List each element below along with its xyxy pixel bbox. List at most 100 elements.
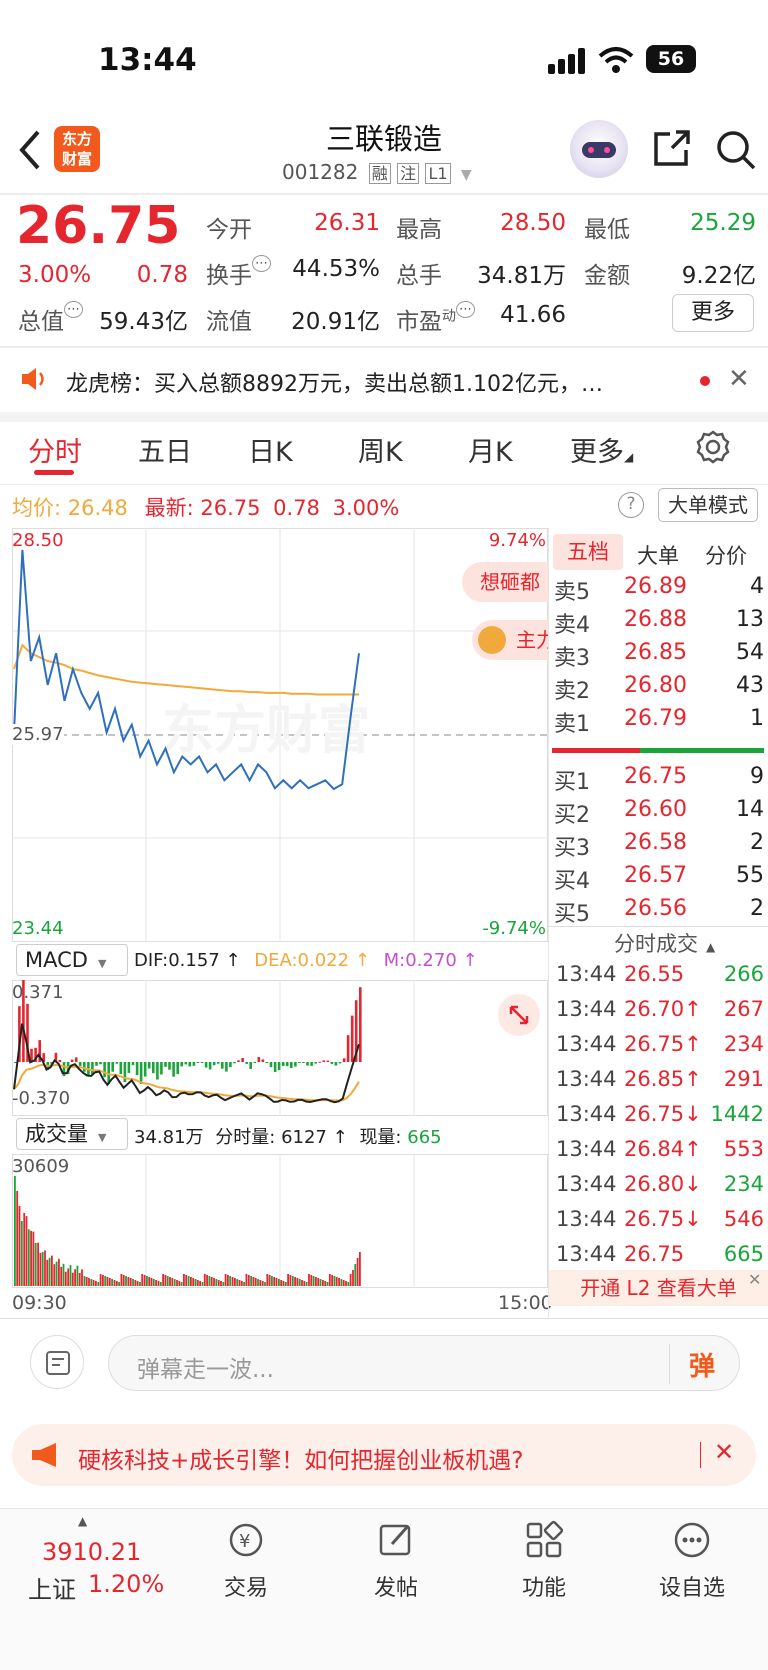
- chevron-down-icon: ▼: [97, 957, 107, 970]
- volume-bar: [273, 1277, 276, 1286]
- volume-bar: [266, 1274, 269, 1286]
- app-logo[interactable]: 东方 财富: [54, 126, 100, 172]
- trade-volume: 1442: [710, 1102, 764, 1126]
- trade-time: 13:44: [556, 1242, 617, 1266]
- nav-trade[interactable]: ¥ 交易: [176, 1520, 316, 1602]
- volume-bar: [81, 1269, 83, 1286]
- big-order-mode-button[interactable]: 大单模式: [658, 488, 758, 522]
- ask-row[interactable]: 卖2 26.80 43: [554, 673, 764, 705]
- macd-bar: [115, 1062, 119, 1064]
- bid-label: 买3: [554, 836, 590, 861]
- volume-bar: [141, 1274, 144, 1286]
- nav-add-watchlist[interactable]: 设自选: [622, 1520, 762, 1602]
- tab-monthly-k[interactable]: 月K: [468, 430, 513, 469]
- volume-bar: [159, 1282, 162, 1286]
- nav-functions[interactable]: 功能: [474, 1520, 614, 1602]
- tab-active-indicator: [34, 470, 74, 475]
- stock-code-row[interactable]: 001282 融 注 L1 ▼: [282, 160, 472, 184]
- open-label: 今开: [206, 217, 252, 243]
- danmaku-send-button[interactable]: 弹: [689, 1346, 715, 1383]
- volume-bar: [150, 1278, 153, 1286]
- more-button[interactable]: 更多: [672, 294, 754, 332]
- volume-bar: [289, 1275, 292, 1286]
- robot-assistant-icon[interactable]: [570, 120, 628, 178]
- macd-bar: [212, 1062, 216, 1066]
- close-icon[interactable]: ✕: [748, 1270, 761, 1289]
- trades-title[interactable]: 分时成交 ▲: [614, 928, 715, 958]
- time-end-label: 15:00: [498, 1292, 553, 1314]
- search-icon[interactable]: [714, 128, 758, 176]
- tab-big-orders[interactable]: 大单: [637, 540, 679, 570]
- tab-daily-k[interactable]: 日K: [248, 430, 293, 469]
- caret-icon: ◢: [624, 450, 634, 464]
- bid-row[interactable]: 买1 26.75 9: [554, 764, 764, 796]
- macd-bar: [257, 1057, 261, 1062]
- svg-text:¥: ¥: [239, 1531, 250, 1552]
- volume-bar: [118, 1282, 120, 1286]
- trade-volume: 291: [723, 1067, 764, 1091]
- expand-icon[interactable]: [498, 994, 540, 1036]
- bid-row[interactable]: 买5 26.56 2: [554, 896, 764, 928]
- promo-banner[interactable]: 硬核科技+成长引擎！如何把握创业板机遇? ✕: [12, 1424, 756, 1486]
- volume-bar: [139, 1282, 141, 1286]
- macd-selector[interactable]: MACD ▼: [16, 944, 128, 976]
- volume-bar: [312, 1276, 315, 1286]
- logo-text-2: 财富: [61, 150, 92, 168]
- share-icon[interactable]: [650, 128, 692, 174]
- volume-bar: [284, 1282, 287, 1286]
- info-icon[interactable]: ⋯: [252, 255, 271, 272]
- tab-weekly-k[interactable]: 周K: [358, 430, 403, 469]
- bid-row[interactable]: 买2 26.60 14: [554, 797, 764, 829]
- ask-row[interactable]: 卖1 26.79 1: [554, 706, 764, 738]
- wifi-icon: [598, 46, 634, 78]
- macd-bar: [359, 987, 362, 1062]
- divider: [0, 484, 768, 485]
- tab-price-distribution[interactable]: 分价: [705, 540, 747, 570]
- trade-row: 13:44 26.85↑ 291: [554, 1067, 764, 1101]
- tab-five-day[interactable]: 五日: [138, 430, 192, 469]
- tag-registered: 注: [397, 163, 420, 184]
- bid-ask-ratio-bar: [552, 748, 764, 753]
- tab-more[interactable]: 更多◢: [570, 430, 633, 469]
- avg-price-line: [13, 643, 359, 696]
- volume-name: 成交量: [25, 1122, 88, 1146]
- danmaku-bubble[interactable]: 想砸都: [462, 562, 548, 602]
- help-icon[interactable]: ?: [618, 492, 644, 518]
- ask-row[interactable]: 卖4 26.88 13: [554, 607, 764, 639]
- macd-bar: [95, 1062, 98, 1066]
- bid-row[interactable]: 买4 26.57 55: [554, 863, 764, 895]
- volume-bar: [305, 1282, 308, 1286]
- chevron-down-icon: ▼: [98, 1131, 107, 1144]
- close-icon[interactable]: ✕: [728, 364, 750, 394]
- battery-level: 56: [657, 48, 685, 70]
- tab-intraday[interactable]: 分时: [28, 430, 82, 469]
- volume-bar: [333, 1276, 336, 1286]
- macd-chart[interactable]: 0.371 -0.370: [12, 958, 548, 1116]
- danmaku-input[interactable]: 弹幕走一波... 弹: [108, 1335, 740, 1391]
- ask-row[interactable]: 卖3 26.85 54: [554, 640, 764, 672]
- y-top-label: 28.50: [12, 530, 64, 551]
- tab-five-levels[interactable]: 五档: [553, 534, 623, 570]
- danmaku-bubble[interactable]: 主力: [472, 620, 548, 660]
- volume-bar: [247, 1275, 250, 1286]
- comment-list-icon[interactable]: [30, 1335, 84, 1389]
- pe-value: 41.66: [500, 302, 566, 328]
- ask-row[interactable]: 卖5 26.89 4: [554, 574, 764, 606]
- l2-upgrade-banner[interactable]: 开通 L2 查看大单: [549, 1270, 768, 1306]
- volume-max-label: 30609: [12, 1156, 70, 1177]
- price-chart[interactable]: 东方财富 28.50 25.97 23.44 9.74% -9.74% 想砸都 …: [12, 528, 548, 942]
- bid-row[interactable]: 买3 26.58 2: [554, 830, 764, 862]
- back-button[interactable]: [14, 128, 44, 176]
- volume-chart[interactable]: 30609: [12, 1154, 548, 1288]
- nav-post[interactable]: 发帖: [326, 1520, 466, 1602]
- volume-selector[interactable]: 成交量 ▼: [16, 1118, 128, 1150]
- volume-bar: [257, 1279, 259, 1286]
- volume-bar: [220, 1281, 222, 1286]
- close-icon[interactable]: ✕: [714, 1438, 734, 1466]
- notice-bar[interactable]: 龙虎榜：买入总额8892万元，卖出总额1.102亿元，… ✕: [0, 348, 768, 412]
- info-icon[interactable]: ⋯: [64, 301, 83, 318]
- macd-bar: [285, 1062, 289, 1067]
- trade-time: 13:44: [556, 1102, 617, 1126]
- volume-chart-svg: [12, 1154, 548, 1288]
- settings-icon[interactable]: [696, 430, 730, 468]
